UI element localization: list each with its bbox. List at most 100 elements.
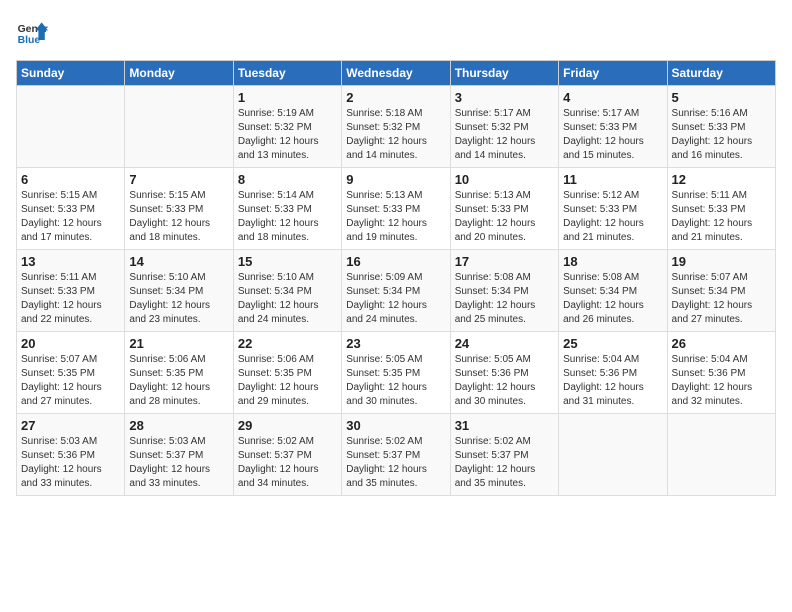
calendar-cell: 4 Sunrise: 5:17 AM Sunset: 5:33 PM Daylig… [559, 86, 667, 168]
day-info: Sunrise: 5:10 AM Sunset: 5:34 PM Dayligh… [238, 271, 337, 327]
day-number: 29 [238, 418, 337, 433]
calendar-cell: 10 Sunrise: 5:13 AM Sunset: 5:33 PM Dayli… [450, 168, 558, 250]
calendar-cell: 7 Sunrise: 5:15 AM Sunset: 5:33 PM Daylig… [125, 168, 233, 250]
day-info: Sunrise: 5:03 AM Sunset: 5:37 PM Dayligh… [129, 435, 228, 491]
calendar-cell: 27 Sunrise: 5:03 AM Sunset: 5:36 PM Dayli… [17, 414, 125, 496]
calendar-cell: 8Sunrise: 5:14 AM Sunset: 5:33 PM Daylig… [233, 168, 341, 250]
calendar-cell [559, 414, 667, 496]
day-number: 14 [129, 254, 228, 269]
day-number: 6 [21, 172, 120, 187]
day-info: Sunrise: 5:08 AM Sunset: 5:34 PM Dayligh… [455, 271, 554, 327]
calendar-cell: 6Sunrise: 5:15 AM Sunset: 5:33 PM Daylig… [17, 168, 125, 250]
svg-text:Blue: Blue [18, 35, 41, 46]
day-info: Sunrise: 5:06 AM Sunset: 5:35 PM Dayligh… [129, 353, 228, 409]
day-number: 28 [129, 418, 228, 433]
calendar-cell: 5Sunrise: 5:16 AM Sunset: 5:33 PM Daylig… [667, 86, 775, 168]
day-info: Sunrise: 5:10 AM Sunset: 5:34 PM Dayligh… [129, 271, 228, 327]
day-number: 16 [346, 254, 445, 269]
day-number: 23 [346, 336, 445, 351]
day-info: Sunrise: 5:02 AM Sunset: 5:37 PM Dayligh… [346, 435, 445, 491]
day-info: Sunrise: 5:04 AM Sunset: 5:36 PM Dayligh… [672, 353, 771, 409]
day-number: 10 [455, 172, 554, 187]
calendar-table: SundayMondayTuesdayWednesdayThursdayFrid… [16, 60, 776, 496]
day-info: Sunrise: 5:05 AM Sunset: 5:35 PM Dayligh… [346, 353, 445, 409]
day-info: Sunrise: 5:19 AM Sunset: 5:32 PM Dayligh… [238, 107, 337, 163]
day-number: 11 [563, 172, 662, 187]
dow-header-thursday: Thursday [450, 61, 558, 86]
day-info: Sunrise: 5:17 AM Sunset: 5:33 PM Dayligh… [563, 107, 662, 163]
logo: General Blue [16, 16, 56, 48]
day-info: Sunrise: 5:04 AM Sunset: 5:36 PM Dayligh… [563, 353, 662, 409]
calendar-cell: 16 Sunrise: 5:09 AM Sunset: 5:34 PM Dayli… [342, 250, 450, 332]
day-number: 18 [563, 254, 662, 269]
day-info: Sunrise: 5:07 AM Sunset: 5:34 PM Dayligh… [672, 271, 771, 327]
dow-header-saturday: Saturday [667, 61, 775, 86]
day-info: Sunrise: 5:05 AM Sunset: 5:36 PM Dayligh… [455, 353, 554, 409]
day-number: 19 [672, 254, 771, 269]
day-number: 3 [455, 90, 554, 105]
day-number: 4 [563, 90, 662, 105]
day-info: Sunrise: 5:18 AM Sunset: 5:32 PM Dayligh… [346, 107, 445, 163]
day-info: Sunrise: 5:11 AM Sunset: 5:33 PM Dayligh… [672, 189, 771, 245]
day-number: 7 [129, 172, 228, 187]
day-number: 24 [455, 336, 554, 351]
calendar-cell: 11 Sunrise: 5:12 AM Sunset: 5:33 PM Dayli… [559, 168, 667, 250]
calendar-cell: 26 Sunrise: 5:04 AM Sunset: 5:36 PM Dayli… [667, 332, 775, 414]
calendar-cell: 1 Sunrise: 5:19 AM Sunset: 5:32 PM Daylig… [233, 86, 341, 168]
day-number: 22 [238, 336, 337, 351]
calendar-cell: 29 Sunrise: 5:02 AM Sunset: 5:37 PM Dayli… [233, 414, 341, 496]
calendar-cell: 2Sunrise: 5:18 AM Sunset: 5:32 PM Daylig… [342, 86, 450, 168]
day-number: 26 [672, 336, 771, 351]
day-number: 20 [21, 336, 120, 351]
calendar-cell: 19 Sunrise: 5:07 AM Sunset: 5:34 PM Dayli… [667, 250, 775, 332]
calendar-cell: 17 Sunrise: 5:08 AM Sunset: 5:34 PM Dayli… [450, 250, 558, 332]
day-info: Sunrise: 5:15 AM Sunset: 5:33 PM Dayligh… [129, 189, 228, 245]
day-number: 17 [455, 254, 554, 269]
day-info: Sunrise: 5:17 AM Sunset: 5:32 PM Dayligh… [455, 107, 554, 163]
page-header: General Blue [16, 16, 776, 48]
day-info: Sunrise: 5:13 AM Sunset: 5:33 PM Dayligh… [346, 189, 445, 245]
calendar-cell: 13 Sunrise: 5:11 AM Sunset: 5:33 PM Dayli… [17, 250, 125, 332]
calendar-cell: 12 Sunrise: 5:11 AM Sunset: 5:33 PM Dayli… [667, 168, 775, 250]
day-number: 8 [238, 172, 337, 187]
day-info: Sunrise: 5:12 AM Sunset: 5:33 PM Dayligh… [563, 189, 662, 245]
day-number: 13 [21, 254, 120, 269]
day-number: 12 [672, 172, 771, 187]
day-info: Sunrise: 5:11 AM Sunset: 5:33 PM Dayligh… [21, 271, 120, 327]
day-number: 5 [672, 90, 771, 105]
day-number: 21 [129, 336, 228, 351]
day-info: Sunrise: 5:09 AM Sunset: 5:34 PM Dayligh… [346, 271, 445, 327]
calendar-cell: 15 Sunrise: 5:10 AM Sunset: 5:34 PM Dayli… [233, 250, 341, 332]
calendar-cell: 24 Sunrise: 5:05 AM Sunset: 5:36 PM Dayli… [450, 332, 558, 414]
calendar-cell: 25 Sunrise: 5:04 AM Sunset: 5:36 PM Dayli… [559, 332, 667, 414]
calendar-cell: 31Sunrise: 5:02 AM Sunset: 5:37 PM Dayli… [450, 414, 558, 496]
calendar-cell: 22 Sunrise: 5:06 AM Sunset: 5:35 PM Dayli… [233, 332, 341, 414]
calendar-cell [17, 86, 125, 168]
day-number: 9 [346, 172, 445, 187]
logo-icon: General Blue [16, 16, 48, 48]
day-number: 27 [21, 418, 120, 433]
day-info: Sunrise: 5:07 AM Sunset: 5:35 PM Dayligh… [21, 353, 120, 409]
dow-header-monday: Monday [125, 61, 233, 86]
calendar-cell: 20 Sunrise: 5:07 AM Sunset: 5:35 PM Dayli… [17, 332, 125, 414]
calendar-cell [125, 86, 233, 168]
calendar-cell [667, 414, 775, 496]
dow-header-sunday: Sunday [17, 61, 125, 86]
day-info: Sunrise: 5:02 AM Sunset: 5:37 PM Dayligh… [238, 435, 337, 491]
day-number: 15 [238, 254, 337, 269]
day-info: Sunrise: 5:13 AM Sunset: 5:33 PM Dayligh… [455, 189, 554, 245]
day-number: 30 [346, 418, 445, 433]
calendar-cell: 9 Sunrise: 5:13 AM Sunset: 5:33 PM Daylig… [342, 168, 450, 250]
day-number: 25 [563, 336, 662, 351]
day-info: Sunrise: 5:06 AM Sunset: 5:35 PM Dayligh… [238, 353, 337, 409]
dow-header-tuesday: Tuesday [233, 61, 341, 86]
calendar-cell: 23 Sunrise: 5:05 AM Sunset: 5:35 PM Dayli… [342, 332, 450, 414]
calendar-cell: 30 Sunrise: 5:02 AM Sunset: 5:37 PM Dayli… [342, 414, 450, 496]
day-info: Sunrise: 5:02 AM Sunset: 5:37 PM Dayligh… [455, 435, 554, 491]
day-info: Sunrise: 5:03 AM Sunset: 5:36 PM Dayligh… [21, 435, 120, 491]
calendar-cell: 28 Sunrise: 5:03 AM Sunset: 5:37 PM Dayli… [125, 414, 233, 496]
day-number: 1 [238, 90, 337, 105]
calendar-cell: 21 Sunrise: 5:06 AM Sunset: 5:35 PM Dayli… [125, 332, 233, 414]
calendar-cell: 14 Sunrise: 5:10 AM Sunset: 5:34 PM Dayli… [125, 250, 233, 332]
calendar-cell: 3 Sunrise: 5:17 AM Sunset: 5:32 PM Daylig… [450, 86, 558, 168]
